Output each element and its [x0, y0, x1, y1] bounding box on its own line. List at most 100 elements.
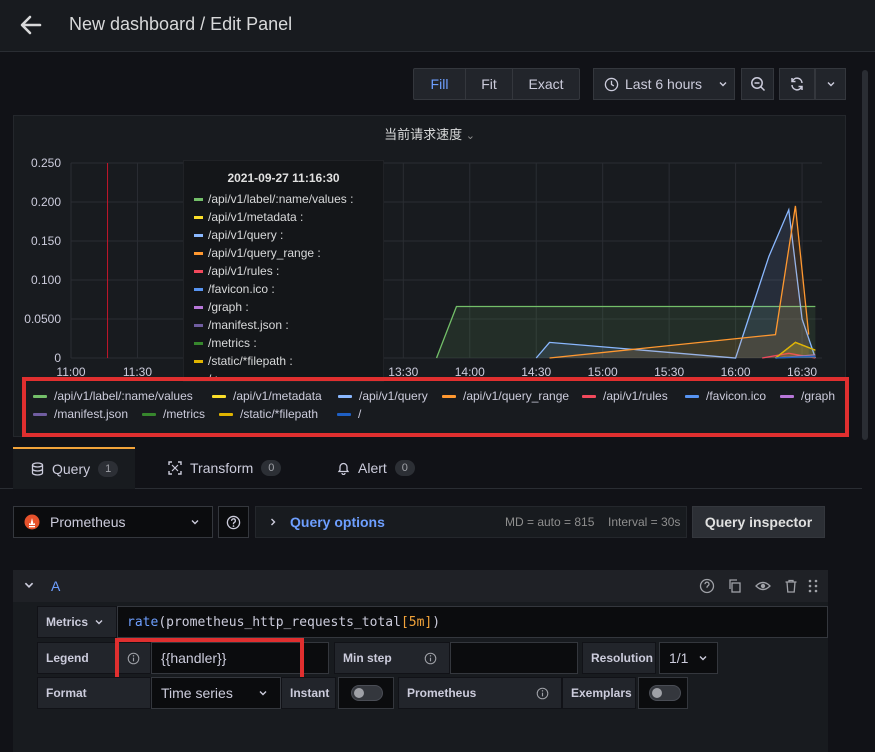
tooltip-series-swatch: [194, 269, 203, 273]
tab-transform[interactable]: Transform 0: [168, 447, 282, 489]
fill-button[interactable]: Fill: [413, 68, 466, 100]
info-circle-icon[interactable]: [536, 687, 549, 700]
expr-range: [5m]: [400, 614, 433, 630]
legend-item[interactable]: /api/v1/label/:name/values: [33, 389, 193, 403]
query-options-toggle[interactable]: Query options MD = auto = 815 Interval =…: [255, 506, 687, 538]
tab-alert-label: Alert: [358, 460, 387, 476]
resolution-select[interactable]: 1/1: [659, 642, 718, 674]
expr-open-paren: (: [158, 614, 167, 630]
tooltip-row: /manifest.json :: [194, 318, 289, 332]
legend-item[interactable]: /api/v1/query_range: [442, 389, 569, 403]
instant-toggle[interactable]: [351, 685, 383, 701]
legend-label: /graph: [801, 389, 836, 403]
prometheus-type-label-cell: Prometheus: [398, 677, 562, 709]
promql-query-editor[interactable]: rate(prometheus_http_requests_total [5m]): [117, 606, 828, 638]
trash-icon[interactable]: [783, 578, 799, 594]
back-arrow-icon[interactable]: [18, 12, 44, 38]
tooltip-series-swatch: [194, 251, 203, 255]
info-circle-icon[interactable]: [424, 652, 437, 665]
tooltip-series-label: /api/v1/label/:name/values :: [208, 192, 354, 206]
tooltip-series-swatch: [194, 305, 203, 309]
legend-item[interactable]: /manifest.json: [33, 407, 128, 421]
tooltip-series-label: /graph :: [208, 300, 249, 314]
refresh-interval-dropdown[interactable]: [815, 68, 846, 100]
tooltip-series-label: /api/v1/query_range :: [208, 246, 321, 260]
resolution-value: 1/1: [669, 650, 689, 666]
legend-item[interactable]: /: [337, 407, 361, 421]
legend-item[interactable]: /api/v1/metadata: [212, 389, 322, 403]
y-tick-label: 0: [54, 351, 61, 365]
legend-item[interactable]: /api/v1/rules: [582, 389, 668, 403]
tab-alert[interactable]: Alert 0: [337, 447, 415, 489]
exemplars-toggle-cell: [638, 677, 688, 709]
legend-swatch: [219, 412, 233, 416]
tooltip-series-swatch: [194, 215, 203, 219]
chevron-down-icon: [191, 520, 199, 525]
exemplars-toggle[interactable]: [649, 685, 681, 701]
tooltip-row: /static/*filepath :: [194, 354, 293, 368]
zoom-out-button[interactable]: [741, 68, 774, 100]
top-bar: New dashboard / Edit Panel: [0, 0, 875, 52]
legend-label: /static/*filepath: [240, 407, 319, 421]
y-tick-label: 0.150: [31, 234, 61, 248]
fit-button[interactable]: Fit: [465, 68, 513, 100]
datasource-picker[interactable]: Prometheus: [13, 506, 213, 538]
prometheus-type-label: Prometheus: [407, 686, 477, 700]
format-select[interactable]: Time series: [151, 677, 281, 709]
editor-tabs: Query 1 Transform 0 Alert 0: [0, 447, 862, 489]
prometheus-logo-icon: [24, 514, 40, 530]
tooltip-time: 2021-09-27 11:16:30: [227, 171, 340, 185]
legend-swatch: [337, 412, 351, 416]
format-value: Time series: [161, 685, 233, 701]
chevron-down-icon: [95, 620, 103, 625]
eye-icon[interactable]: [755, 578, 771, 594]
tab-transform-label: Transform: [190, 460, 254, 476]
bell-icon: [337, 462, 350, 475]
min-step-label-cell: Min step: [334, 642, 450, 674]
metrics-browser-button[interactable]: Metrics: [37, 606, 117, 638]
query-options-interval: Interval = 30s: [608, 515, 681, 529]
tab-query[interactable]: Query 1: [13, 447, 135, 489]
drag-handle-icon[interactable]: [805, 578, 821, 594]
refresh-button[interactable]: [779, 68, 815, 100]
chevron-down-icon: [699, 656, 707, 661]
query-ref-id[interactable]: A: [51, 578, 60, 594]
time-series-chart[interactable]: 00.05000.1000.1500.2000.25011:0011:3012:…: [14, 116, 847, 378]
min-step-label: Min step: [343, 651, 392, 665]
instant-toggle-cell: [338, 677, 394, 709]
y-tick-label: 0.200: [31, 195, 61, 209]
resolution-label: Resolution: [582, 642, 656, 674]
time-range-label: Last 6 hours: [625, 76, 703, 92]
legend-swatch: [142, 412, 156, 416]
legend-item[interactable]: /api/v1/query: [338, 389, 428, 403]
transform-icon: [168, 461, 182, 475]
tooltip-row: /metrics :: [194, 336, 257, 350]
tooltip-series-swatch: [194, 233, 203, 237]
query-row-header: A: [13, 570, 828, 602]
time-range-picker[interactable]: Last 6 hours: [593, 68, 735, 100]
tooltip-row: /api/v1/query_range :: [194, 246, 321, 260]
collapse-chevron-icon[interactable]: [23, 578, 35, 592]
min-step-input[interactable]: [450, 642, 578, 674]
legend-swatch: [212, 394, 226, 398]
legend-item[interactable]: /metrics: [142, 407, 205, 421]
duplicate-icon[interactable]: [727, 578, 743, 594]
legend-item[interactable]: /favicon.ico: [685, 389, 766, 403]
legend-swatch: [780, 394, 794, 398]
legend-item[interactable]: /graph: [780, 389, 835, 403]
tooltip-row: /api/v1/metadata :: [194, 210, 303, 224]
datasource-help-button[interactable]: [218, 506, 249, 538]
legend-item[interactable]: /static/*filepath: [219, 407, 318, 421]
tooltip-series-swatch: [194, 287, 203, 291]
tooltip-series-label: /api/v1/query :: [208, 228, 284, 242]
legend-label: /api/v1/metadata: [233, 389, 322, 403]
exact-button[interactable]: Exact: [512, 68, 580, 100]
scrollbar[interactable]: [862, 70, 868, 440]
expr-function: rate: [127, 614, 159, 630]
legend-label: /api/v1/label/:name/values: [54, 389, 193, 403]
query-inspector-button[interactable]: Query inspector: [692, 506, 825, 538]
metrics-label: Metrics: [46, 615, 89, 629]
tooltip-series-label: /metrics :: [208, 336, 257, 350]
zoom-out-icon: [750, 77, 765, 92]
help-icon[interactable]: [699, 578, 715, 594]
